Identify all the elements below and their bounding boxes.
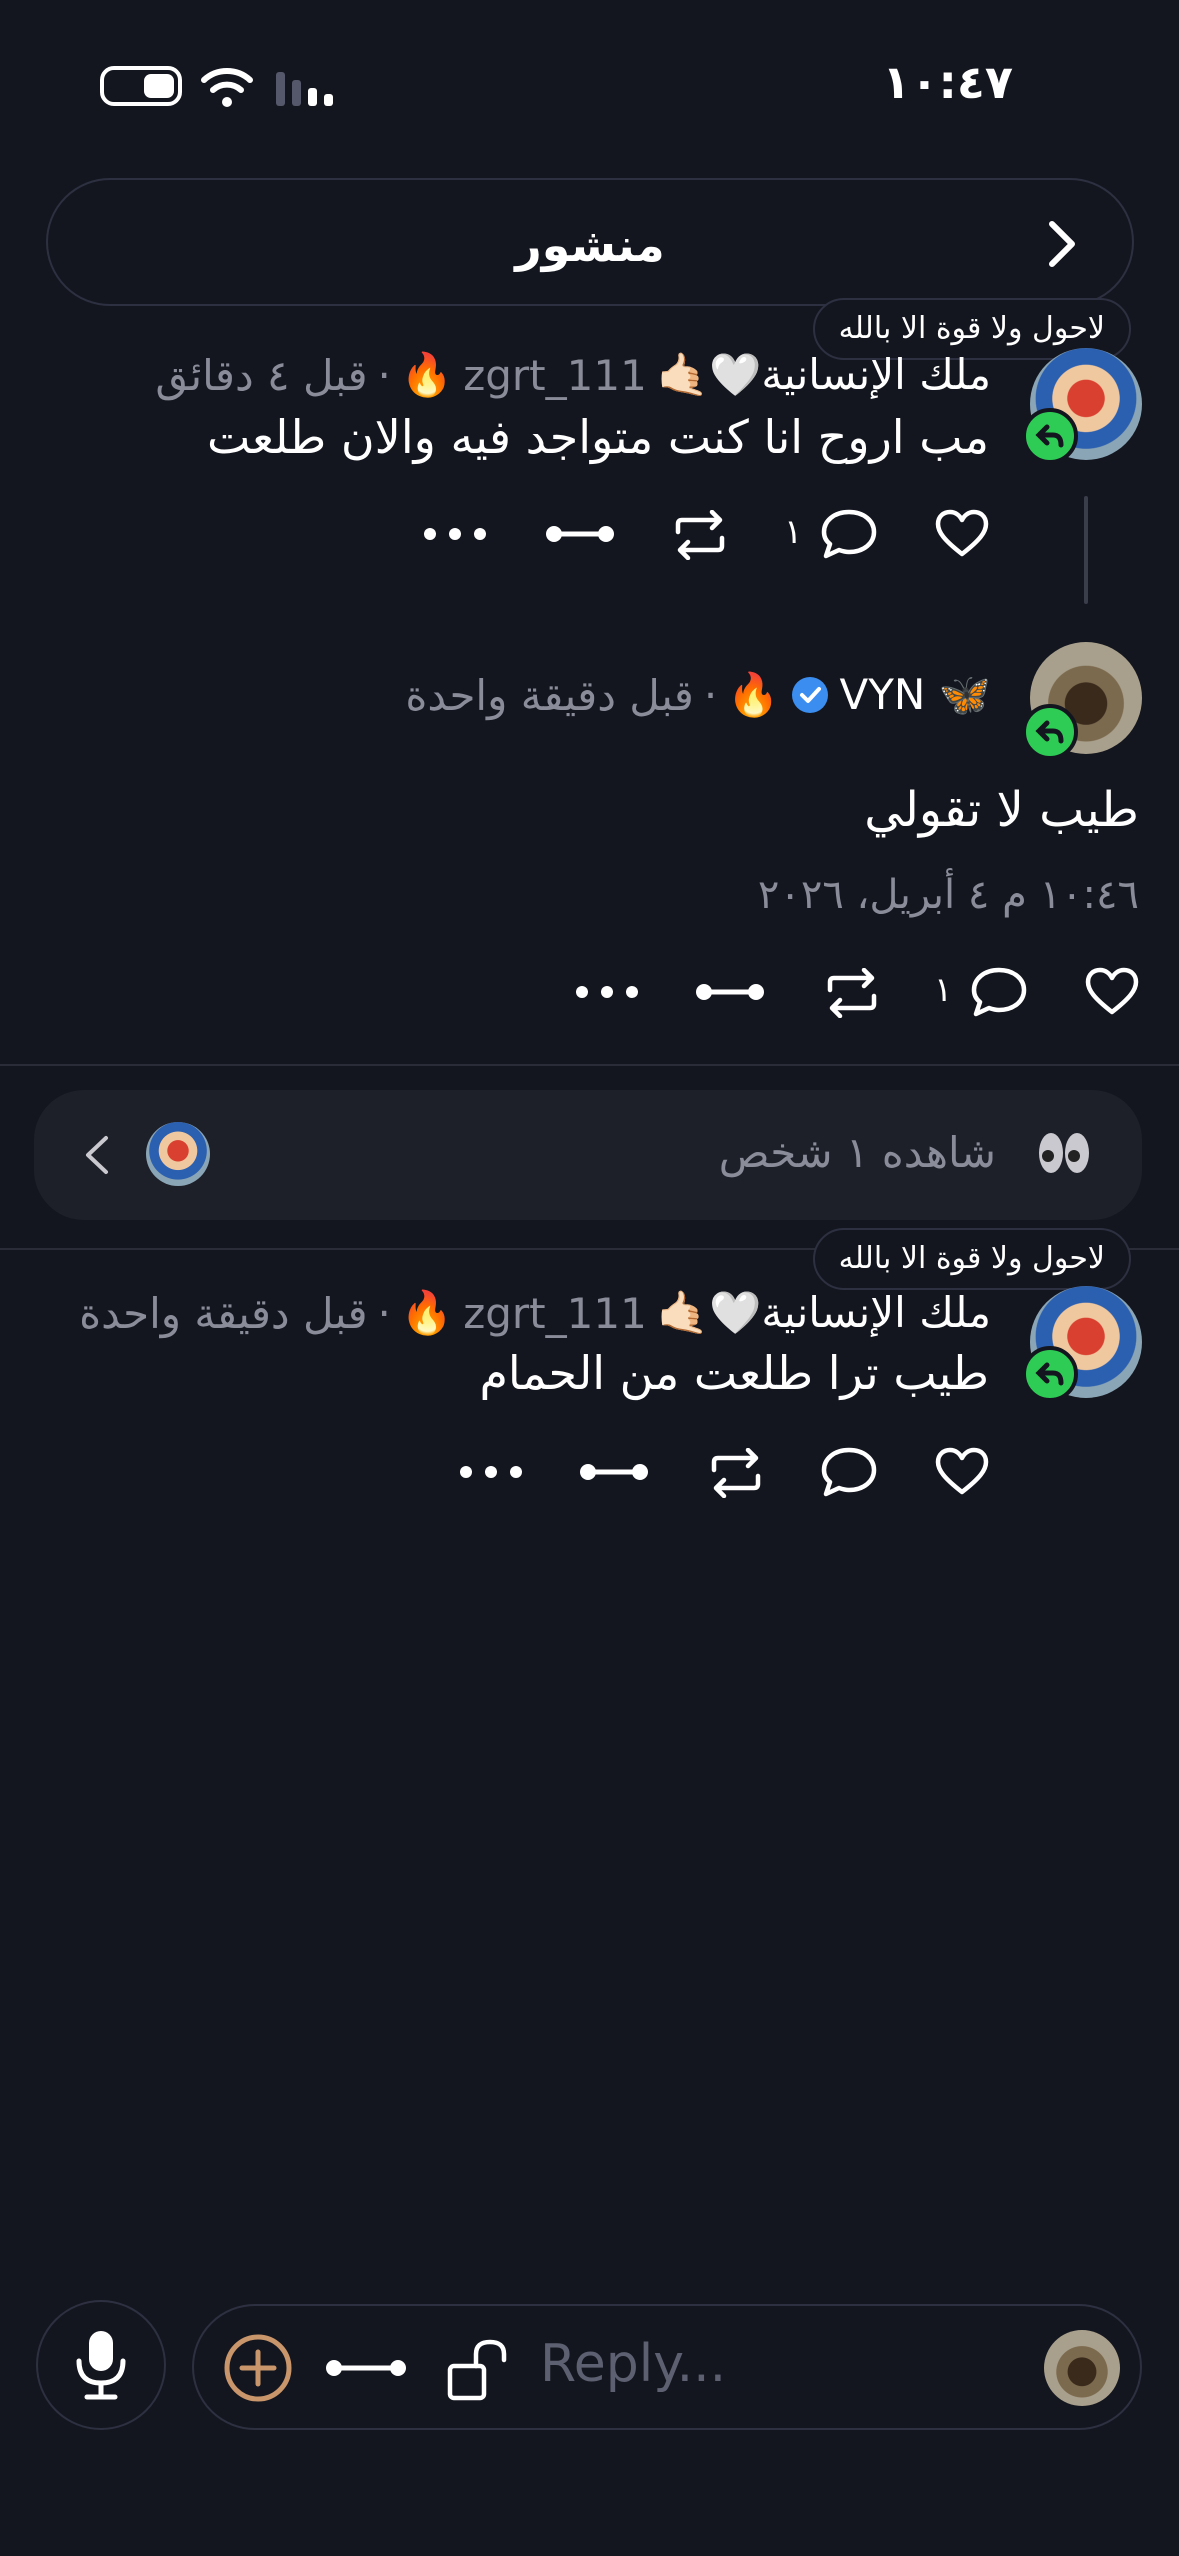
thread-connect-icon[interactable] — [324, 2350, 408, 2386]
post-timestamp: ١٠:٤٦ م ٤ أبريل، ٢٠٢٦ — [757, 872, 1139, 918]
post-meta: ملك الإنسانية🤍🤙🏻 zgrt_111 🔥 · قبل دقيقة … — [79, 1288, 991, 1338]
status-time: ١٠:٤٧ — [882, 55, 1013, 109]
like-icon[interactable] — [1084, 966, 1140, 1018]
reply-input[interactable]: Reply... — [192, 2304, 1142, 2430]
post-time: قبل دقيقة واحدة — [405, 670, 694, 720]
verified-icon — [791, 677, 828, 713]
divider — [0, 1064, 1179, 1066]
repost-icon[interactable] — [670, 510, 730, 560]
separator-dot: · — [377, 1288, 391, 1338]
comment-count: ١ — [934, 970, 953, 1010]
viewer-avatar — [146, 1122, 210, 1186]
separator-dot: · — [703, 670, 718, 720]
thread-line — [1084, 496, 1088, 604]
comment-icon[interactable] — [970, 966, 1028, 1018]
post-text: طيب ترا طلعت من الحمام — [479, 1346, 989, 1400]
author-handle[interactable]: zgrt_111 — [463, 351, 647, 400]
post-meta: ملك الإنسانية🤍🤙🏻 zgrt_111 🔥 · قبل ٤ دقائ… — [155, 350, 991, 400]
share-icon[interactable] — [544, 516, 616, 552]
signal-icon — [276, 72, 333, 106]
comment-icon[interactable] — [820, 508, 878, 560]
post-time: قبل ٤ دقائق — [155, 350, 368, 400]
reply-badge-icon — [1022, 1346, 1078, 1402]
more-icon[interactable] — [572, 980, 642, 1004]
comment-icon[interactable] — [820, 1446, 878, 1498]
mic-icon — [76, 2331, 126, 2400]
repost-icon[interactable] — [822, 968, 882, 1018]
comment-count: ١ — [784, 512, 803, 552]
author-name[interactable]: ملك الإنسانية🤍🤙🏻 — [657, 1288, 991, 1338]
author-name[interactable]: ملك الإنسانية🤍🤙🏻 — [657, 350, 991, 400]
like-icon[interactable] — [934, 508, 990, 560]
page-title: منشور — [515, 218, 665, 272]
more-icon[interactable] — [456, 1460, 526, 1484]
battery-icon — [100, 66, 182, 106]
post-text: مب اروح انا كنت متواجد فيه والان طلعت — [207, 410, 989, 464]
chevron-left-icon — [86, 1136, 108, 1174]
viewers-row[interactable]: شاهده ١ شخص — [34, 1090, 1142, 1220]
wifi-icon — [201, 68, 253, 107]
post-text: طيب لا تقولي — [864, 782, 1139, 838]
reply-badge-icon — [1022, 408, 1078, 464]
share-icon[interactable] — [694, 974, 766, 1010]
more-icon[interactable] — [420, 522, 490, 546]
post-time: قبل دقيقة واحدة — [79, 1288, 368, 1338]
mic-button[interactable] — [36, 2300, 166, 2430]
status-badge: لاحول ولا قوة الا بالله — [812, 1228, 1131, 1290]
top-bar: منشور — [46, 178, 1134, 306]
author-name[interactable]: 🦋 VYN — [840, 670, 991, 720]
flame-icon: 🔥 — [727, 670, 780, 719]
eyes-icon — [1039, 1133, 1089, 1173]
author-handle[interactable]: zgrt_111 — [463, 1289, 647, 1338]
like-icon[interactable] — [934, 1446, 990, 1498]
post-meta: 🦋 VYN 🔥 · قبل دقيقة واحدة — [405, 670, 991, 720]
flame-icon: 🔥 — [400, 1288, 454, 1337]
viewers-label: شاهده ١ شخص — [718, 1128, 996, 1177]
repost-icon[interactable] — [706, 1448, 766, 1498]
unlock-icon[interactable] — [446, 2336, 510, 2404]
reply-placeholder: Reply... — [540, 2334, 727, 2394]
separator-dot: · — [377, 350, 391, 400]
back-chevron-icon[interactable] — [1032, 216, 1088, 272]
share-icon[interactable] — [578, 1454, 650, 1490]
add-icon[interactable] — [222, 2332, 294, 2404]
flame-icon: 🔥 — [400, 350, 454, 399]
user-avatar[interactable] — [1044, 2330, 1120, 2406]
reply-badge-icon — [1022, 704, 1078, 760]
